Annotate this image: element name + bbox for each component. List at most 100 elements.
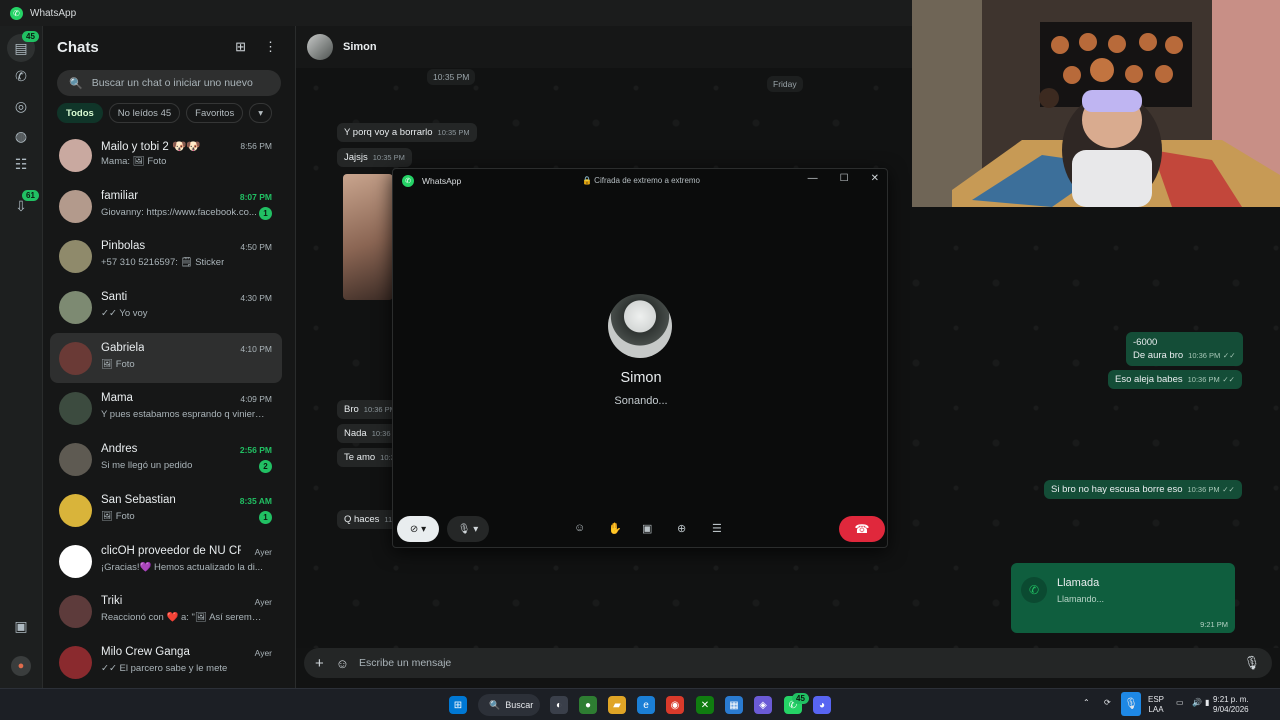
- chat-preview: +57 310 5216597: 🗒 Sticker: [101, 257, 225, 269]
- maximize-icon[interactable]: ☐: [840, 173, 849, 184]
- chat-row[interactable]: Mama 4:09 PM Y pues estabamos esprando q v…: [50, 383, 282, 434]
- encryption-label: 🔒 Cifrada de extremo a extremo: [582, 176, 701, 185]
- search-input[interactable]: 🔍 Buscar un chat o iniciar uno nuevo: [57, 70, 281, 96]
- chat-time: 4:30 PM: [240, 293, 272, 304]
- raise-hand-icon[interactable]: ✋: [608, 522, 622, 535]
- chats-unread-badge: 45: [22, 31, 39, 42]
- chat-avatar[interactable]: [59, 189, 92, 223]
- message-outgoing[interactable]: Si bro no hay escusa borre eso 10:36 PM ✓…: [1044, 480, 1242, 499]
- chat-avatar[interactable]: [59, 443, 92, 477]
- emoji-icon[interactable]: ☺: [336, 656, 349, 671]
- chat-icon[interactable]: ☰: [712, 522, 722, 535]
- chat-avatar[interactable]: [59, 544, 92, 578]
- filter-no-leidos[interactable]: No leídos 45: [108, 103, 181, 123]
- attach-plus-icon[interactable]: +: [315, 655, 324, 672]
- chat-avatar[interactable]: [59, 645, 92, 679]
- store-icon[interactable]: ▦: [725, 696, 743, 714]
- microphone-icon[interactable]: 🎙: [1243, 655, 1260, 671]
- close-icon[interactable]: ✕: [871, 173, 879, 184]
- message-outgoing[interactable]: Eso aleja babes 10:36 PM ✓✓: [1108, 370, 1242, 389]
- status-nav-icon[interactable]: ◎: [11, 96, 31, 116]
- chat-row[interactable]: Milo Crew Ganga Ayer ✓✓ El parcero sabe y …: [50, 637, 282, 688]
- volume-icon[interactable]: 🔊: [1192, 698, 1202, 708]
- end-call-button[interactable]: ☎: [839, 516, 885, 542]
- chat-avatar[interactable]: [59, 595, 92, 629]
- message-incoming[interactable]: Y porq voy a borrarlo 10:35 PM: [337, 123, 477, 142]
- language-indicator[interactable]: ESP LAA: [1148, 695, 1164, 715]
- chat-row[interactable]: familiar 8:07 PM Giovanny: https://www.fac…: [50, 181, 282, 232]
- clock[interactable]: 9:21 p. m. 9/04/2026: [1213, 695, 1249, 715]
- copilot-icon[interactable]: ◐: [550, 696, 568, 714]
- filter-more-icon[interactable]: ▾: [249, 103, 272, 123]
- message-time: 10:36 PM: [1188, 351, 1221, 360]
- date-pill: 10:35 PM: [427, 69, 476, 85]
- message-text: Si bro no hay escusa borre eso: [1051, 484, 1183, 495]
- calls-nav-icon[interactable]: ✆: [11, 66, 31, 86]
- menu-icon[interactable]: ⋮: [264, 39, 277, 55]
- filter-favoritos[interactable]: Favoritos: [186, 103, 244, 123]
- tray-chevron-icon[interactable]: ⌃: [1083, 698, 1090, 708]
- chat-avatar[interactable]: [59, 392, 92, 426]
- chat-preview: ✓✓ El parcero sabe y le mete: [101, 662, 228, 674]
- battery-icon[interactable]: ▮: [1205, 698, 1209, 708]
- chat-avatar[interactable]: [59, 341, 92, 375]
- chat-name: Andres: [101, 443, 138, 456]
- chat-preview: ✓✓ Yo voy: [101, 308, 148, 320]
- chat-name: clicOH proveedor de NU CF: [101, 544, 241, 557]
- taskbar-search[interactable]: 🔍 Buscar: [478, 694, 540, 716]
- call-message-card[interactable]: ✆ Llamada Llamando... 9:21 PM: [1011, 563, 1235, 633]
- chat-avatar[interactable]: [59, 139, 92, 172]
- file-explorer-icon[interactable]: ▰: [608, 696, 626, 714]
- caller-avatar: [608, 294, 672, 358]
- mic-button[interactable]: 🎙 ▾: [447, 516, 489, 542]
- xbox-icon[interactable]: ✕: [696, 696, 714, 714]
- search-icon: 🔍: [69, 77, 83, 90]
- channels-nav-icon[interactable]: ◍: [11, 126, 31, 146]
- chrome-icon[interactable]: ◉: [666, 696, 684, 714]
- message-photo[interactable]: [343, 174, 393, 300]
- sync-icon[interactable]: ⟳: [1104, 698, 1111, 708]
- camera-off-button[interactable]: ⊘ ▾: [397, 516, 439, 542]
- chat-preview: Si me llegó un pedido: [101, 460, 193, 472]
- chat-row[interactable]: Mailo y tobi 2 🐶🐶 8:56 PM Mama: 🖼 Foto: [50, 130, 282, 181]
- edge-icon[interactable]: e: [637, 696, 655, 714]
- message-text: Eso aleja babes: [1115, 374, 1183, 385]
- contact-name[interactable]: Simon: [343, 41, 377, 53]
- message-outgoing[interactable]: -6000 De aura bro 10:36 PM ✓✓: [1126, 332, 1243, 366]
- communities-nav-icon[interactable]: ☷: [11, 154, 31, 174]
- taskbar-search-label: Buscar: [505, 700, 534, 710]
- chat-avatar[interactable]: [59, 240, 92, 274]
- profile-avatar[interactable]: ●: [11, 656, 31, 676]
- reactions-icon[interactable]: ☺: [574, 522, 585, 534]
- search-icon: 🔍: [489, 699, 501, 710]
- chat-row[interactable]: Santi 4:30 PM ✓✓ Yo voy: [50, 282, 282, 333]
- chat-row[interactable]: clicOH proveedor de NU CF Ayer ¡Gracias!💜 …: [50, 536, 282, 587]
- chrome-profile-icon[interactable]: ●: [579, 696, 597, 714]
- chat-row[interactable]: Gabriela 4:10 PM 🖼 Foto: [50, 332, 282, 384]
- start-icon[interactable]: ⊞: [449, 696, 467, 714]
- chat-row[interactable]: Andres 2:56 PM Si me llegó un pedido 2: [50, 434, 282, 485]
- archive-badge: 61: [22, 190, 39, 201]
- contact-avatar[interactable]: [307, 34, 333, 60]
- message-incoming[interactable]: Jajsjs 10:35 PM: [337, 148, 412, 167]
- chat-row[interactable]: Triki Ayer Reaccionó con ❤️ a: "🖼 Así sere…: [50, 586, 282, 637]
- message-composer[interactable]: + ☺ Escribe un mensaje 🎙: [304, 648, 1272, 678]
- message-time: 10:36 PM: [1187, 485, 1220, 494]
- network-icon[interactable]: ▭: [1176, 698, 1184, 708]
- copilot-app-icon[interactable]: ◈: [754, 696, 772, 714]
- clock-date: 9/04/2026: [1213, 705, 1249, 714]
- chat-row[interactable]: Pinbolas 4:50 PM +57 310 5216597: 🗒 Sticke…: [50, 231, 282, 282]
- filter-todos[interactable]: Todos: [57, 103, 103, 123]
- minimize-icon[interactable]: —: [808, 173, 818, 184]
- chat-name: Triki: [101, 595, 123, 608]
- add-participant-icon[interactable]: ⊕: [677, 522, 686, 535]
- chat-time: Ayer: [254, 647, 272, 658]
- chat-row[interactable]: San Sebastian 8:35 AM 🖼 Foto 1: [50, 485, 282, 536]
- discord-icon[interactable]: ◕: [813, 696, 831, 714]
- chat-avatar[interactable]: [59, 291, 92, 325]
- screen-share-icon[interactable]: ▣: [642, 522, 652, 535]
- chat-avatar[interactable]: [59, 493, 92, 527]
- mic-tray-icon[interactable]: 🎙: [1121, 692, 1141, 716]
- media-icon[interactable]: ▣: [11, 616, 31, 636]
- new-chat-icon[interactable]: ⊞: [235, 39, 246, 55]
